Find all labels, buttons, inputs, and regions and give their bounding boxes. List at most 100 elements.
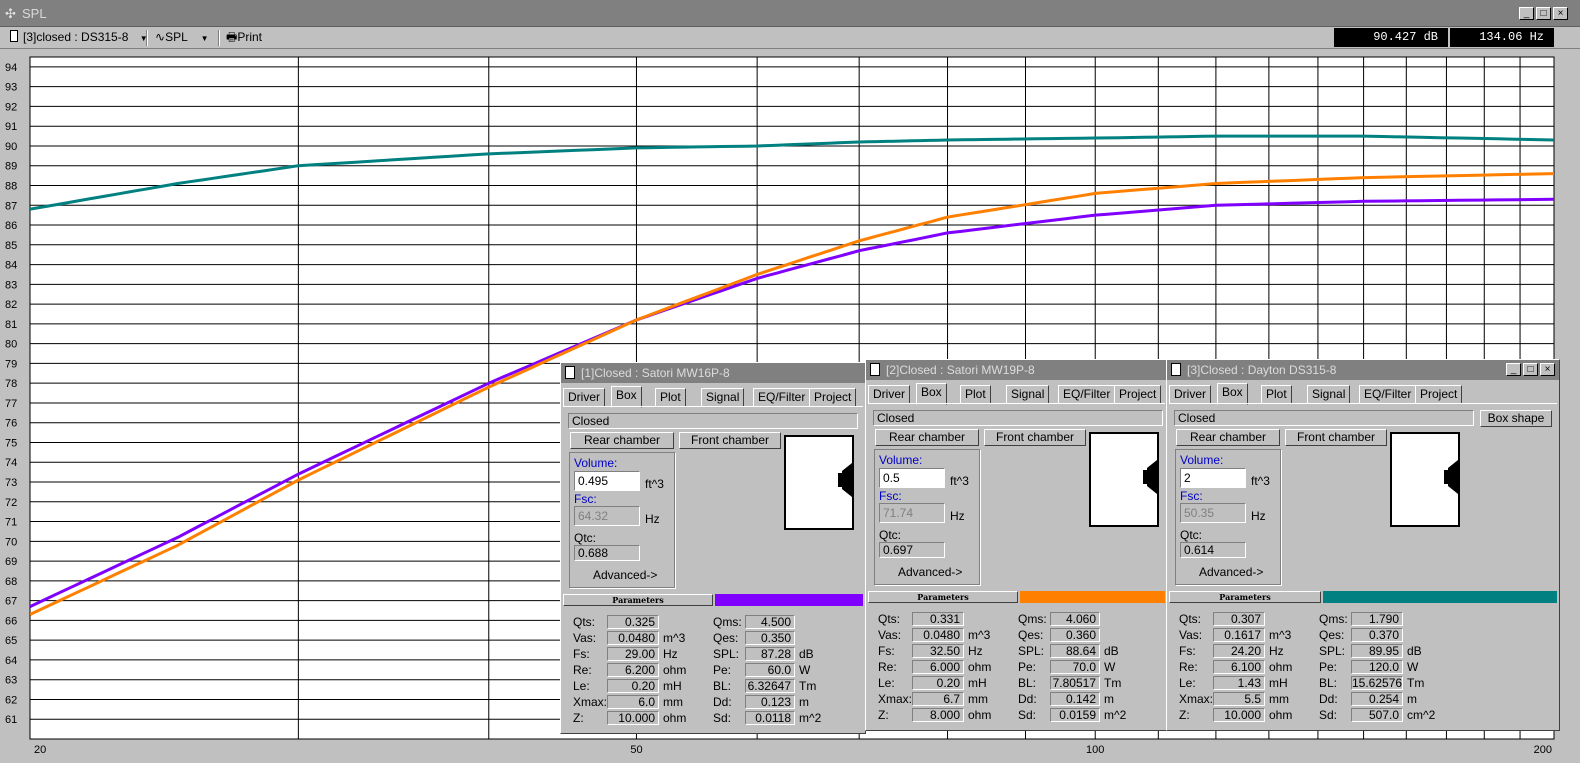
param-value: 0.254 [1351,692,1403,706]
y-tick-label: 63 [5,675,17,687]
param-unit: m^3 [1269,628,1292,642]
minimize-icon[interactable]: _ [1519,7,1534,20]
volume-unit: ft^3 [1251,474,1270,488]
advanced-button[interactable]: Advanced-> [1199,565,1263,579]
tab-signal[interactable]: Signal [701,388,745,407]
parameters-header[interactable]: Parameters [563,594,713,606]
panel-controls: _ □ × [1506,363,1555,376]
param-row: Xmax: 6.0 mm [573,694,713,710]
param-label: Vas: [878,628,902,642]
param-label: Z: [878,708,889,722]
volume-label: Volume: [1180,453,1224,467]
minimize-icon[interactable]: _ [1506,363,1521,376]
param-row: Le: 0.20 mH [573,678,713,694]
param-row: Re: 6.100 ohm [1179,659,1319,675]
y-tick-label: 92 [5,101,17,113]
print-button[interactable]: 🖶Print [226,29,262,46]
param-value: 10.000 [607,711,659,725]
param-value: 0.350 [745,631,795,645]
y-tick-label: 68 [5,576,17,588]
tab-plot[interactable]: Plot [655,388,686,407]
tab-eqfilter[interactable]: EQ/Filter [753,388,811,407]
param-value: 0.307 [1213,612,1265,626]
advanced-button[interactable]: Advanced-> [593,568,657,582]
parameters-header[interactable]: Parameters [1169,591,1321,603]
param-value: 6.100 [1213,660,1265,674]
volume-input[interactable]: 0.495 [574,471,640,491]
param-label: Xmax: [878,692,913,706]
param-row: Re: 6.200 ohm [573,662,713,678]
param-value: 10.000 [1213,708,1265,722]
project-selector[interactable]: [3]closed : DS315-8 ▼ [10,29,148,46]
tab-project[interactable]: Project [809,388,857,407]
front-chamber-button[interactable]: Front chamber [1285,429,1387,446]
param-label: Qms: [1018,612,1047,626]
y-tick-label: 93 [5,82,17,94]
param-row: Qes: 0.350 [713,630,863,646]
tab-box[interactable]: Box [1217,383,1248,405]
project-panel-1: [1]Closed : Satori MW16P-8 Driver Box Plot… [560,362,866,734]
param-unit: m^2 [799,711,822,725]
tab-driver[interactable]: Driver [1169,385,1211,404]
param-unit: dB [1104,644,1119,658]
param-value: 4.060 [1050,612,1100,626]
tab-eqfilter[interactable]: EQ/Filter [1058,385,1116,404]
maximize-icon[interactable]: □ [1523,363,1538,376]
tab-eqfilter[interactable]: EQ/Filter [1359,385,1417,404]
y-tick-label: 64 [5,655,17,667]
param-row: Z: 10.000 ohm [1179,707,1319,723]
param-label: Vas: [573,631,597,645]
tab-plot[interactable]: Plot [1261,385,1292,404]
param-unit: cm^2 [1407,708,1436,722]
box-shape-button[interactable]: Box shape [1480,410,1552,427]
param-unit: m^3 [663,631,686,645]
volume-input[interactable]: 2 [1180,468,1246,488]
volume-unit: ft^3 [950,474,969,488]
param-unit: mH [968,676,987,690]
advanced-button[interactable]: Advanced-> [898,565,962,579]
tab-box[interactable]: Box [611,386,642,408]
plot-selector[interactable]: ∿SPL ▼ [155,29,209,46]
tab-driver[interactable]: Driver [868,385,910,404]
param-unit: m [799,695,809,709]
fsc-label: Fsc: [574,492,597,506]
panel-tabs: Driver Box Plot Signal EQ/Filter Project [563,386,863,408]
front-chamber-button[interactable]: Front chamber [679,432,781,449]
param-label: Le: [573,679,590,693]
tab-signal[interactable]: Signal [1006,385,1050,404]
project-panel-2: [2]Closed : Satori MW19P-8 Driver Box Plot… [865,359,1168,731]
curve-color-swatch[interactable] [1323,591,1557,603]
tab-driver[interactable]: Driver [563,388,605,407]
tab-project[interactable]: Project [1415,385,1463,404]
rear-chamber-button[interactable]: Rear chamber [1176,429,1280,446]
wave-icon: ∿ [155,30,166,44]
tab-plot[interactable]: Plot [960,385,991,404]
box-type-field[interactable]: Closed [1174,410,1474,426]
y-tick-label: 86 [5,220,17,232]
box-type-field[interactable]: Closed [568,413,858,429]
volume-input[interactable]: 0.5 [879,468,945,488]
x-tick-label: 20 [34,744,46,756]
param-label: Dd: [713,695,732,709]
rear-chamber-button[interactable]: Rear chamber [875,429,979,446]
curve-color-swatch[interactable] [1020,591,1165,603]
param-label: Re: [878,660,897,674]
param-unit: W [1407,660,1419,674]
front-chamber-button[interactable]: Front chamber [984,429,1086,446]
box-type-field[interactable]: Closed [873,410,1163,426]
maximize-icon[interactable]: □ [1536,7,1551,20]
close-icon[interactable]: × [1553,7,1568,20]
tab-project[interactable]: Project [1114,385,1162,404]
db-readout: 90.427 dB [1334,28,1448,47]
speaker-icon [10,30,18,42]
panel-title: [2]Closed : Satori MW19P-8 [886,363,1035,377]
close-icon[interactable]: × [1540,363,1555,376]
tab-signal[interactable]: Signal [1307,385,1351,404]
curve-color-swatch[interactable] [715,594,863,606]
param-row: Fs: 24.20 Hz [1179,643,1319,659]
chevron-down-icon: ▼ [200,34,209,43]
printer-icon: 🖶 [226,30,238,44]
parameters-header[interactable]: Parameters [868,591,1018,603]
tab-box[interactable]: Box [916,383,947,405]
rear-chamber-button[interactable]: Rear chamber [570,432,674,449]
